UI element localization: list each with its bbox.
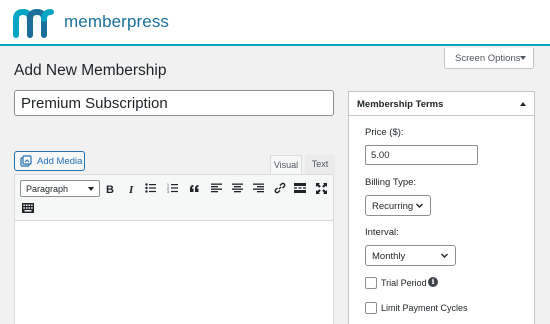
metabox-header[interactable]: Membership Terms (349, 92, 534, 116)
trial-period-checkbox[interactable] (365, 277, 377, 289)
blockquote-icon[interactable] (186, 180, 202, 196)
limit-payment-cycles-checkbox[interactable] (365, 302, 377, 314)
caret-down-icon (520, 56, 526, 60)
content-editor: Paragraph B I 123 (14, 174, 334, 324)
trial-period-label: Trial Period (381, 278, 427, 288)
interval-label: Interval: (365, 227, 399, 238)
svg-text:B: B (106, 184, 114, 194)
price-label: Price ($): (365, 127, 404, 138)
tab-visual[interactable]: Visual (270, 155, 302, 174)
editor-content-area[interactable] (15, 222, 333, 324)
chevron-down-icon (441, 253, 448, 258)
metabox-title: Membership Terms (357, 99, 444, 110)
price-input[interactable] (365, 145, 478, 165)
bold-icon[interactable]: B (102, 180, 118, 196)
numbered-list-icon[interactable]: 123 (164, 180, 180, 196)
link-icon[interactable] (272, 180, 288, 196)
interval-value: Monthly (372, 251, 406, 262)
billing-type-label: Billing Type: (365, 177, 417, 188)
page-title: Add New Membership (14, 62, 167, 79)
membership-terms-metabox: Membership Terms Price ($): Billing Type… (348, 91, 535, 324)
info-icon[interactable]: i (428, 277, 438, 287)
caret-up-icon[interactable] (520, 102, 526, 106)
format-select-value: Paragraph (26, 184, 69, 194)
read-more-icon[interactable] (292, 180, 308, 196)
add-media-label: Add Media (37, 156, 83, 167)
brand-header: memberpress (0, 0, 550, 46)
add-media-button[interactable]: Add Media (14, 151, 85, 171)
interval-select[interactable]: Monthly (365, 245, 456, 266)
caret-down-icon (88, 187, 94, 191)
bullet-list-icon[interactable] (142, 180, 158, 196)
editor-toolbar: Paragraph B I 123 (15, 175, 333, 221)
brand-name: memberpress (64, 12, 170, 31)
chevron-down-icon (416, 203, 423, 208)
screen-options-button[interactable]: Screen Options (444, 48, 534, 69)
billing-type-select[interactable]: Recurring (365, 195, 431, 216)
limit-payment-cycles-label: Limit Payment Cycles (381, 303, 468, 313)
italic-icon[interactable]: I (124, 180, 140, 196)
screen-options-label: Screen Options (455, 53, 521, 64)
format-select[interactable]: Paragraph (20, 180, 100, 197)
add-media-icon (20, 155, 32, 167)
align-left-icon[interactable] (208, 180, 224, 196)
svg-text:I: I (128, 184, 134, 194)
fullscreen-icon[interactable] (313, 180, 329, 196)
memberpress-logo-icon[interactable] (12, 8, 57, 38)
membership-title-input[interactable] (14, 90, 334, 116)
align-center-icon[interactable] (229, 180, 245, 196)
billing-type-value: Recurring (372, 201, 414, 212)
toolbar-toggle-icon[interactable] (20, 200, 36, 216)
svg-text:3: 3 (167, 190, 169, 193)
align-right-icon[interactable] (250, 180, 266, 196)
tab-text[interactable]: Text (305, 155, 335, 174)
